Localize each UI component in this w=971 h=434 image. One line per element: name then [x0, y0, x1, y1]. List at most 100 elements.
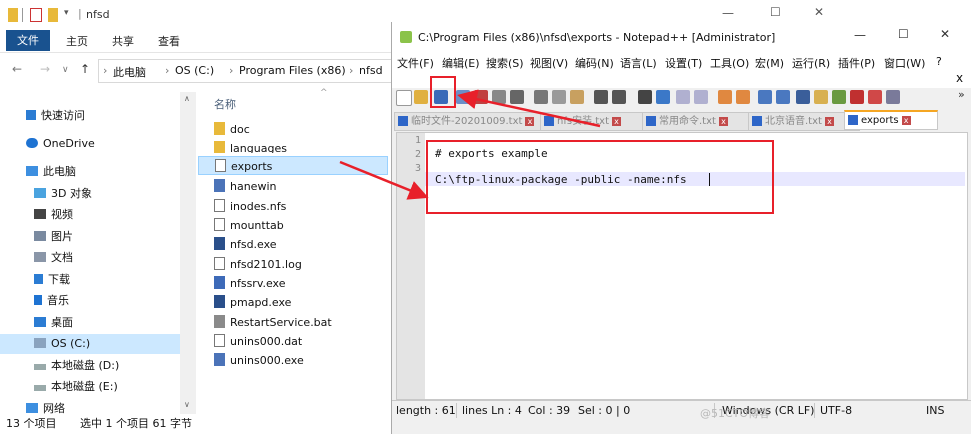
toolbar-overflow-icon[interactable]: »	[958, 88, 965, 101]
back-arrow-icon[interactable]: ←	[12, 62, 22, 76]
tab-home[interactable]: 主页	[66, 33, 88, 50]
file-row[interactable]: unins000.dat	[214, 332, 384, 351]
tab-temp-file[interactable]: 临时文件-20201009.txt x	[394, 112, 556, 131]
menu-run[interactable]: 运行(R)	[792, 55, 830, 71]
nav-pictures[interactable]: 图片	[34, 227, 73, 247]
monitor-icon[interactable]	[886, 90, 900, 104]
close-doc-icon[interactable]: x	[956, 71, 963, 85]
menu-macro[interactable]: 宏(M)	[755, 55, 784, 71]
tab-nfs-install[interactable]: nfs安装.txt x	[540, 112, 658, 131]
word-wrap-icon[interactable]	[758, 90, 772, 104]
maximize-button[interactable]: ☐	[770, 5, 781, 19]
record-macro-icon[interactable]	[868, 90, 882, 104]
redo-icon[interactable]	[612, 90, 626, 104]
up-arrow-icon[interactable]: ↑	[80, 62, 90, 76]
quick-access-dropdown-icon[interactable]: ▾	[64, 8, 69, 18]
menu-language[interactable]: 语言(L)	[620, 55, 657, 71]
find-icon[interactable]	[638, 90, 652, 104]
breadcrumb-nfsd[interactable]: nfsd	[359, 64, 383, 77]
tab-view[interactable]: 查看	[158, 33, 180, 50]
indent-guide-icon[interactable]	[796, 90, 810, 104]
npp-minimize-button[interactable]: —	[854, 28, 866, 42]
navigation-scrollbar[interactable]: ∧ ∨	[180, 92, 196, 414]
folder-workspace-icon[interactable]	[850, 90, 864, 104]
close-button[interactable]: ✕	[814, 5, 824, 19]
file-row[interactable]: doc	[214, 120, 384, 139]
breadcrumb-os-c[interactable]: OS (C:)	[175, 64, 214, 77]
file-row[interactable]: unins000.exe	[214, 351, 384, 370]
npp-close-button[interactable]: ✕	[940, 27, 950, 41]
file-row[interactable]: nfsd.exe	[214, 235, 384, 254]
replace-icon[interactable]	[656, 90, 670, 104]
function-list-icon[interactable]	[832, 90, 846, 104]
tab-close-icon[interactable]: x	[718, 117, 728, 126]
tab-close-icon[interactable]: x	[525, 117, 535, 126]
nav-3d-objects[interactable]: 3D 对象	[34, 184, 92, 204]
file-row[interactable]: languages	[214, 139, 384, 153]
address-bar[interactable]: › 此电脑 › OS (C:) › Program Files (x86) › …	[98, 59, 400, 83]
open-file-icon[interactable]	[414, 90, 428, 104]
nav-network[interactable]: 网络	[26, 399, 65, 414]
file-row[interactable]: inodes.nfs	[214, 197, 384, 216]
new-file-icon[interactable]	[396, 90, 412, 106]
menu-settings[interactable]: 设置(T)	[665, 55, 702, 71]
nav-this-pc[interactable]: 此电脑	[26, 162, 76, 182]
menu-help[interactable]: ?	[936, 55, 942, 68]
undo-icon[interactable]	[594, 90, 608, 104]
file-row[interactable]: RestartService.bat	[214, 313, 384, 332]
breadcrumb-this-pc[interactable]: 此电脑	[113, 64, 146, 80]
menu-tools[interactable]: 工具(O)	[710, 55, 749, 71]
close-file-icon[interactable]	[474, 90, 488, 104]
column-header-name[interactable]: 名称	[214, 96, 236, 112]
file-row[interactable]: pmapd.exe	[214, 293, 384, 312]
properties-checkbox-icon[interactable]	[30, 8, 42, 22]
tab-common-commands[interactable]: 常用命令.txt x	[642, 112, 764, 131]
zoom-in-icon[interactable]	[676, 90, 690, 104]
new-folder-icon[interactable]	[48, 8, 58, 22]
nav-desktop[interactable]: 桌面	[34, 313, 73, 333]
menu-plugins[interactable]: 插件(P)	[838, 55, 875, 71]
file-row[interactable]: nfssrv.exe	[214, 274, 384, 293]
nav-music[interactable]: 音乐	[34, 291, 69, 311]
nav-os-c[interactable]: OS (C:)	[0, 334, 180, 354]
minimize-button[interactable]: —	[722, 6, 734, 20]
nav-videos[interactable]: 视频	[34, 205, 73, 225]
save-all-icon[interactable]	[456, 90, 470, 104]
print-icon[interactable]	[510, 90, 524, 104]
sync-horizontal-icon[interactable]	[736, 90, 750, 104]
menu-window[interactable]: 窗口(W)	[884, 55, 925, 71]
tab-close-icon[interactable]: x	[612, 117, 622, 126]
cut-icon[interactable]	[534, 90, 548, 104]
tab-close-icon[interactable]: x	[901, 116, 911, 125]
scroll-down-icon[interactable]: ∨	[184, 400, 190, 409]
scroll-up-icon[interactable]: ∧	[184, 94, 190, 103]
tab-exports[interactable]: exports x	[844, 110, 938, 130]
doc-map-icon[interactable]	[814, 90, 828, 104]
paste-icon[interactable]	[570, 90, 584, 104]
forward-arrow-icon[interactable]: →	[40, 62, 50, 76]
menu-view[interactable]: 视图(V)	[530, 55, 568, 71]
sync-vertical-icon[interactable]	[718, 90, 732, 104]
tab-close-icon[interactable]: x	[824, 117, 834, 126]
zoom-out-icon[interactable]	[694, 90, 708, 104]
file-row[interactable]: nfsd2101.log	[214, 255, 384, 274]
tab-share[interactable]: 共享	[112, 33, 134, 50]
breadcrumb-program-files[interactable]: Program Files (x86)	[239, 64, 346, 77]
nav-drive-e[interactable]: 本地磁盘 (E:)	[34, 377, 118, 397]
file-row[interactable]: mounttab	[214, 216, 384, 235]
tab-file[interactable]: 文件	[6, 30, 50, 51]
nav-documents[interactable]: 文档	[34, 248, 73, 268]
nav-downloads[interactable]: 下载	[34, 270, 70, 290]
file-row-selected[interactable]: exports	[198, 156, 388, 175]
nav-quick-access[interactable]: 快速访问	[26, 106, 85, 126]
nav-onedrive[interactable]: OneDrive	[26, 134, 95, 154]
show-all-chars-icon[interactable]	[776, 90, 790, 104]
status-encoding[interactable]: UTF-8	[820, 402, 852, 420]
nav-drive-d[interactable]: 本地磁盘 (D:)	[34, 356, 119, 376]
menu-encoding[interactable]: 编码(N)	[575, 55, 614, 71]
close-all-icon[interactable]	[492, 90, 506, 104]
file-row[interactable]: hanewin	[214, 177, 384, 196]
npp-maximize-button[interactable]: ☐	[898, 27, 909, 41]
menu-file[interactable]: 文件(F)	[397, 55, 434, 71]
copy-icon[interactable]	[552, 90, 566, 104]
